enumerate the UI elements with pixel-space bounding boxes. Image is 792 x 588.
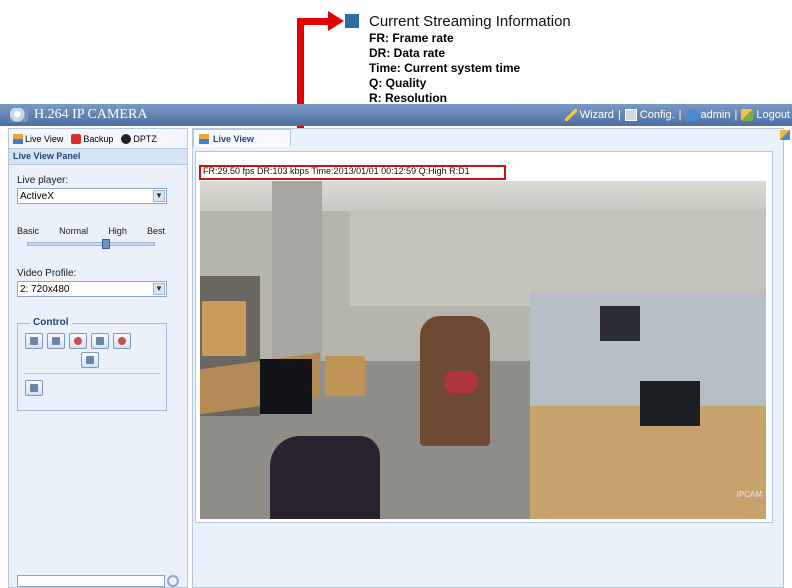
snapshot-button[interactable] (25, 333, 43, 349)
video-watermark: IPCAM (736, 490, 762, 499)
user-label: admin (700, 109, 731, 121)
tab-live-view-main[interactable]: Live View (193, 129, 291, 147)
tab-dptz[interactable]: DPTZ (117, 129, 161, 149)
chevron-down-icon[interactable]: ▼ (153, 283, 165, 295)
live-player-label: Live player: (17, 175, 69, 186)
annotation-item-time: Time: Current system time (369, 61, 521, 75)
annotation-callout: Current Streaming Information FR: Frame … (345, 12, 645, 106)
logout-icon (741, 109, 754, 121)
quality-best-label: Best (146, 226, 165, 236)
panel-body: Live player: ActiveX ▼ Basic Normal High… (9, 165, 187, 417)
stream-info-highlight (199, 165, 506, 180)
menu-separator: | (678, 109, 682, 121)
control-group: Control (17, 317, 167, 411)
tab-label: Backup (83, 133, 114, 144)
wand-icon (564, 109, 577, 121)
alarm-button[interactable] (113, 333, 131, 349)
panel-title: Live View Panel (9, 149, 187, 165)
chevron-down-icon[interactable]: ▼ (153, 190, 165, 202)
control-title: Control (30, 317, 72, 328)
quality-slider[interactable] (27, 239, 155, 249)
display-button[interactable] (25, 380, 43, 396)
video-monitor (260, 359, 312, 414)
tab-live-view[interactable]: Live View (9, 129, 67, 149)
annotation-title: Current Streaming Information (369, 12, 571, 30)
live-view-frame: FR:29.50 fps DR:103 kbps Time:2013/01/01… (195, 151, 773, 523)
record-button[interactable] (69, 333, 87, 349)
user-link[interactable]: admin (685, 109, 731, 121)
control-divider (24, 373, 160, 374)
camera-logo-icon (10, 108, 28, 122)
search-input[interactable] (17, 575, 165, 587)
video-profile-value: 2: 720x480 (20, 283, 70, 295)
main-area: Live View FR:29.50 fps DR:103 kbps Time:… (192, 128, 784, 588)
video-jacket (270, 436, 380, 519)
video-monitor (600, 306, 640, 341)
live-view-icon (13, 133, 23, 144)
live-player-select[interactable]: ActiveX ▼ (17, 188, 167, 204)
video-bag (445, 371, 477, 393)
config-icon (624, 109, 637, 121)
help-icon[interactable] (780, 130, 790, 140)
backup-icon (71, 133, 82, 144)
video-monitor (640, 381, 700, 426)
config-link[interactable]: Config. (624, 109, 675, 121)
video-profile-label: Video Profile: (17, 268, 77, 279)
video-feed[interactable]: IPCAM (200, 181, 766, 519)
video-boxes (202, 301, 246, 356)
left-tabs: Live View Backup DPTZ (9, 129, 187, 149)
wizard-label: Wizard (579, 109, 614, 121)
zoom-button[interactable] (81, 352, 99, 368)
left-panel: Live View Backup DPTZ Live View Panel Li… (8, 128, 188, 588)
tab-label: DPTZ (133, 133, 157, 144)
annotation-marker (345, 14, 359, 28)
quality-labels: Basic Normal High Best (17, 226, 165, 236)
user-icon (685, 109, 698, 121)
callout-arrow-horizontal (297, 18, 330, 25)
main-tab-label: Live View (213, 133, 254, 144)
quality-high-label: High (108, 226, 127, 236)
logout-label: Logout (756, 109, 790, 121)
app-titlebar: H.264 IP CAMERA Wizard | Config. | admin… (0, 104, 792, 126)
live-player-value: ActiveX (20, 190, 54, 202)
quality-basic-label: Basic (17, 226, 40, 236)
quality-slider-thumb[interactable] (102, 239, 110, 249)
menu-separator: | (617, 109, 621, 121)
wizard-link[interactable]: Wizard (564, 109, 614, 121)
callout-arrow-head (328, 11, 344, 31)
dptz-icon (121, 133, 132, 144)
quality-normal-label: Normal (59, 226, 89, 236)
fullscreen-button[interactable] (47, 333, 65, 349)
config-label: Config. (639, 109, 675, 121)
live-view-icon (199, 133, 209, 144)
annotation-item-q: Q: Quality (369, 76, 427, 90)
tab-backup[interactable]: Backup (67, 129, 117, 149)
search-icon[interactable] (167, 575, 179, 587)
tab-label: Live View (25, 133, 64, 144)
audio-button[interactable] (91, 333, 109, 349)
annotation-list: FR: Frame rate DR: Data rate Time: Curre… (369, 31, 645, 106)
annotation-item-dr: DR: Data rate (369, 46, 446, 60)
menu-separator: | (734, 109, 738, 121)
video-profile-select[interactable]: 2: 720x480 ▼ (17, 281, 167, 297)
annotation-item-fr: FR: Frame rate (369, 31, 454, 45)
top-menu: Wizard | Config. | admin | Logout (564, 104, 790, 126)
logout-link[interactable]: Logout (741, 109, 790, 121)
app-title: H.264 IP CAMERA (34, 107, 148, 122)
video-column (272, 181, 322, 361)
video-box (325, 356, 365, 396)
